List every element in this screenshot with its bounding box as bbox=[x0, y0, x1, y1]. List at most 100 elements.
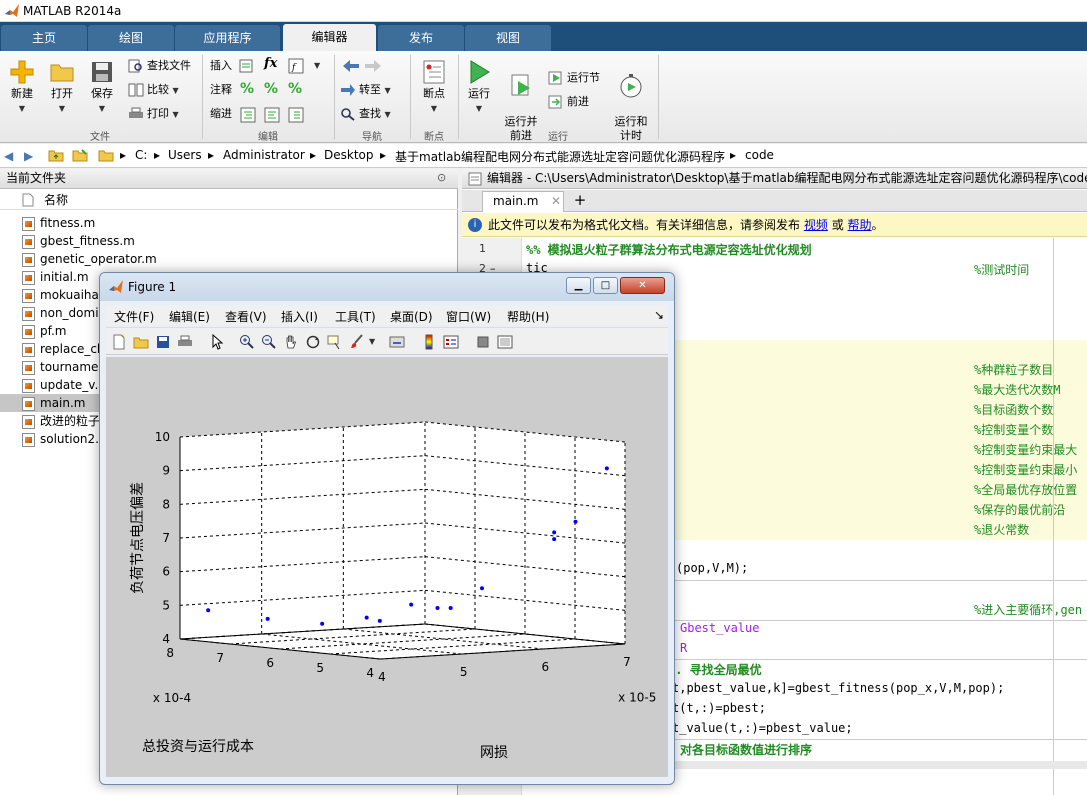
browse-folder-icon[interactable] bbox=[72, 148, 88, 162]
pan-hand-icon[interactable] bbox=[283, 334, 299, 350]
tab-view[interactable]: 视图 bbox=[465, 25, 551, 51]
close-button[interactable]: ✕ bbox=[620, 277, 665, 294]
save-figure-icon[interactable] bbox=[155, 334, 171, 350]
dock-arrow-icon[interactable]: ↘ bbox=[654, 308, 664, 322]
forward-arrow-icon[interactable] bbox=[364, 59, 382, 73]
file-item[interactable]: update_v.r bbox=[22, 376, 103, 394]
new-tab-button[interactable]: + bbox=[568, 191, 592, 212]
plot-area[interactable]: 4 5 6 7 8 4 5 6 7 4 5 6 7 8 9 10 x 10-4 x 10-5 总投资与运行成本 网损负… bbox=[106, 357, 668, 777]
video-link[interactable]: 视频 bbox=[804, 218, 828, 232]
code-r[interactable]: R bbox=[680, 641, 687, 655]
menu-view[interactable]: 查看(V) bbox=[225, 308, 267, 325]
insert-section-icon[interactable] bbox=[238, 58, 254, 74]
menu-desktop[interactable]: 桌面(D) bbox=[390, 308, 433, 325]
decrease-indent-icon[interactable] bbox=[264, 107, 280, 123]
comment-button[interactable]: 注释 bbox=[210, 81, 232, 99]
increase-indent-icon[interactable] bbox=[288, 107, 304, 123]
scatter3-chart[interactable]: 456784 5 6 745678910x 10-4 x 10-5总投资与运行成本 网损负… bbox=[106, 357, 668, 777]
zoom-in-icon[interactable] bbox=[239, 334, 255, 350]
insert-button[interactable]: 插入 bbox=[210, 57, 232, 75]
menu-window[interactable]: 窗口(W) bbox=[446, 308, 491, 325]
breakpoints-button[interactable]: 断点 ▼ bbox=[416, 59, 452, 116]
comment-percent-icon[interactable]: % bbox=[240, 81, 254, 97]
colorbar-icon[interactable] bbox=[421, 334, 437, 350]
back-icon[interactable]: ◀ bbox=[4, 149, 13, 163]
breadcrumb-item[interactable]: C: bbox=[135, 148, 147, 162]
figure-titlebar[interactable]: Figure 1 ▁ □ ✕ bbox=[100, 273, 674, 301]
tab-apps[interactable]: 应用程序 bbox=[175, 25, 280, 51]
find-button[interactable]: 查找 ▼ bbox=[340, 105, 391, 123]
breadcrumb-item[interactable]: Users bbox=[168, 148, 202, 162]
file-item[interactable]: solution2.i bbox=[22, 430, 102, 448]
file-item[interactable]: mokuaiha bbox=[22, 286, 99, 304]
tab-home[interactable]: 主页 bbox=[1, 25, 87, 51]
file-item[interactable]: tourname bbox=[22, 358, 98, 376]
editor-tab-main[interactable]: main.m ✕ bbox=[482, 191, 564, 212]
code-fit[interactable]: t,pbest_value,k]=gbest_fitness(pop_x,V,M… bbox=[672, 681, 1004, 695]
menu-help[interactable]: 帮助(H) bbox=[507, 308, 549, 325]
menu-tools[interactable]: 工具(T) bbox=[335, 308, 376, 325]
open-file-icon[interactable] bbox=[133, 334, 149, 350]
file-item[interactable]: fitness.m bbox=[22, 214, 95, 232]
new-button[interactable]: 新建 ▼ bbox=[6, 59, 38, 116]
insert-dropdown-icon[interactable]: ▼ bbox=[314, 61, 320, 70]
breadcrumb-item[interactable]: Desktop bbox=[324, 148, 374, 162]
menu-file[interactable]: 文件(F) bbox=[114, 308, 154, 325]
code-line-1[interactable]: %% 模拟退火粒子群算法分布式电源定容选址优化规划 bbox=[526, 241, 812, 258]
run-section-button[interactable]: 运行节 bbox=[548, 69, 600, 87]
show-plot-tools-icon[interactable] bbox=[497, 334, 513, 350]
tab-plots[interactable]: 绘图 bbox=[88, 25, 174, 51]
pointer-icon[interactable] bbox=[209, 334, 225, 350]
breadcrumb-item[interactable]: code bbox=[745, 148, 774, 162]
open-button[interactable]: 打开 ▼ bbox=[46, 59, 78, 116]
column-header[interactable]: 名称 bbox=[0, 190, 458, 210]
hide-plot-tools-icon[interactable] bbox=[475, 334, 491, 350]
goto-button[interactable]: 转至 ▼ bbox=[340, 81, 391, 99]
legend-icon[interactable] bbox=[443, 334, 459, 350]
panel-menu-icon[interactable]: ⊙ bbox=[437, 171, 446, 184]
code-line-pop[interactable]: (pop,V,M); bbox=[676, 561, 748, 575]
file-item[interactable]: replace_ch bbox=[22, 340, 105, 358]
find-files-button[interactable]: 查找文件 bbox=[128, 57, 191, 75]
wrap-comment-icon[interactable]: % bbox=[288, 81, 302, 97]
help-link[interactable]: 帮助 bbox=[848, 218, 872, 232]
function-hint-icon[interactable]: f bbox=[288, 58, 304, 74]
file-item[interactable]: gbest_fitness.m bbox=[22, 232, 135, 250]
maximize-button[interactable]: □ bbox=[593, 277, 618, 294]
run-button[interactable]: 运行 ▼ bbox=[462, 59, 496, 116]
menu-insert[interactable]: 插入(I) bbox=[281, 308, 318, 325]
code-pv[interactable]: t_value(t,:)=pbest_value; bbox=[672, 721, 853, 735]
indent-button[interactable]: 缩进 bbox=[210, 105, 232, 123]
file-item[interactable]: genetic_operator.m bbox=[22, 250, 157, 268]
brush-icon[interactable] bbox=[349, 334, 365, 350]
print-button[interactable]: 打印 ▼ bbox=[128, 105, 179, 123]
file-item[interactable]: initial.m bbox=[22, 268, 89, 286]
file-item[interactable]: pf.m bbox=[22, 322, 66, 340]
menu-edit[interactable]: 编辑(E) bbox=[169, 308, 210, 325]
advance-button[interactable]: 前进 bbox=[548, 93, 589, 111]
insert-function-button[interactable]: fx bbox=[264, 56, 277, 71]
link-plot-icon[interactable] bbox=[389, 334, 405, 350]
code-gbest[interactable]: Gbest_value bbox=[680, 621, 759, 635]
zoom-out-icon[interactable] bbox=[261, 334, 277, 350]
forward-icon[interactable]: ▶ bbox=[24, 149, 33, 163]
minimize-button[interactable]: ▁ bbox=[566, 277, 591, 294]
brush-dropdown-icon[interactable]: ▼ bbox=[369, 337, 375, 346]
uncomment-percent-icon[interactable]: % bbox=[264, 81, 278, 97]
compare-button[interactable]: 比较 ▼ bbox=[128, 81, 179, 99]
tab-publish[interactable]: 发布 bbox=[378, 25, 464, 51]
file-item[interactable]: 改进的粒子 bbox=[22, 412, 100, 430]
breadcrumb-item[interactable]: 基于matlab编程配电网分布式能源选址定容问题优化源码程序 bbox=[395, 148, 725, 165]
close-tab-icon[interactable]: ✕ bbox=[551, 192, 561, 211]
file-item[interactable]: non_domi bbox=[22, 304, 99, 322]
rotate-3d-icon[interactable] bbox=[305, 334, 321, 350]
print-figure-icon[interactable] bbox=[177, 334, 193, 350]
save-button[interactable]: 保存 ▼ bbox=[86, 59, 118, 116]
back-arrow-icon[interactable] bbox=[342, 59, 360, 73]
tab-editor[interactable]: 编辑器 bbox=[283, 24, 376, 51]
new-figure-icon[interactable] bbox=[111, 334, 127, 350]
up-folder-icon[interactable] bbox=[48, 148, 64, 162]
smart-indent-icon[interactable] bbox=[240, 107, 256, 123]
code-pbest[interactable]: t(t,:)=pbest; bbox=[672, 701, 766, 715]
data-cursor-icon[interactable] bbox=[327, 334, 343, 350]
